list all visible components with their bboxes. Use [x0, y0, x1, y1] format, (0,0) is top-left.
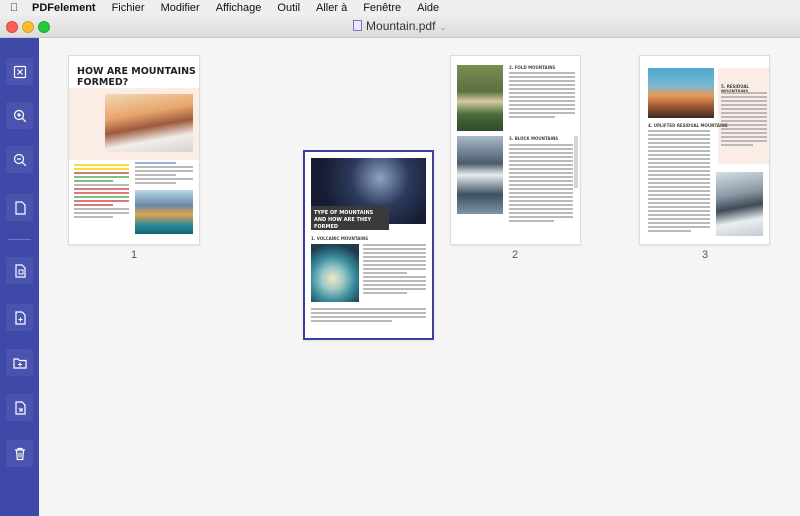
insert-page-button[interactable] [6, 304, 33, 331]
menu-fichier[interactable]: Fichier [104, 2, 153, 14]
menu-modifier[interactable]: Modifier [153, 2, 208, 14]
insert-folder-icon [12, 357, 27, 369]
page-2-subheading-1: 2. FOLD MOUNTAINS [509, 65, 556, 70]
page-3-subheading-1: 4. UPLIFTED RESIDUAL MOUNTAINS [648, 123, 728, 128]
menu-affichage[interactable]: Affichage [208, 2, 270, 14]
page-3-snow-mountain-image [716, 172, 763, 236]
replace-page-icon [14, 400, 26, 415]
page-2-text-column-1 [509, 72, 575, 120]
zoom-in-icon [13, 109, 26, 122]
sidebar-divider [8, 239, 31, 240]
page-3-number: 3 [701, 249, 709, 261]
page-3-side-text [721, 92, 767, 148]
page-1-lake-image [135, 190, 193, 234]
page-thumbnail-2[interactable]: 2. FOLD MOUNTAINS 3. BLOCK MOUNTAINS [450, 55, 581, 245]
window-title[interactable]: Mountain.pdf ⌄ [0, 19, 800, 33]
page-2-number: 2 [511, 249, 519, 261]
selected-page-text-column [363, 244, 426, 296]
window-titlebar: Mountain.pdf ⌄ [0, 16, 800, 38]
delete-page-icon [14, 447, 25, 460]
zoom-out-icon [13, 153, 26, 166]
page-2-block-mountain-image [457, 136, 503, 214]
page-2-fold-mountain-image [457, 65, 503, 131]
selected-page-volcanic-image [311, 244, 359, 302]
page-2-scroll-marker [574, 136, 578, 188]
zoom-out-button[interactable] [6, 146, 33, 173]
insert-folder-button[interactable] [6, 349, 33, 376]
extract-page-icon [14, 263, 26, 278]
window-title-text: Mountain.pdf [366, 19, 436, 33]
page-1-mountain-image [105, 94, 193, 152]
page-tools-sidebar [0, 38, 39, 516]
page-thumbnail-1[interactable]: HOW ARE MOUNTAINS FORMED? [68, 55, 200, 245]
apple-icon[interactable]:  [0, 2, 28, 14]
menu-outil[interactable]: Outil [269, 2, 308, 14]
page-thumbnail-selected[interactable]: TYPE OF MOUNTAINS AND HOW ARE THEY FORME… [303, 150, 434, 340]
menu-app-name[interactable]: PDFelement [28, 2, 104, 14]
pdf-file-icon [353, 20, 363, 31]
replace-page-button[interactable] [6, 394, 33, 421]
extract-page-button[interactable] [6, 257, 33, 284]
close-page-icon [13, 65, 26, 78]
page-1-highlighted-text [74, 164, 129, 220]
zoom-in-button[interactable] [6, 102, 33, 129]
selected-page-bottom-text [311, 308, 426, 324]
close-page-button[interactable] [6, 58, 33, 85]
blank-page-icon [14, 200, 26, 215]
chevron-down-icon[interactable]: ⌄ [439, 22, 447, 32]
page-1-number: 1 [130, 249, 138, 261]
page-3-text-column [648, 130, 710, 234]
menu-fenetre[interactable]: Fenêtre [355, 2, 409, 14]
selected-page-subheading: 1. VOLCANIC MOUNTAINS [311, 236, 369, 241]
menu-aller-a[interactable]: Aller à [308, 2, 355, 14]
blank-page-button[interactable] [6, 194, 33, 221]
page-1-text-column [135, 162, 193, 186]
delete-page-button[interactable] [6, 440, 33, 467]
page-2-subheading-2: 3. BLOCK MOUNTAINS [509, 136, 559, 141]
menu-aide[interactable]: Aide [409, 2, 447, 14]
page-1-heading: HOW ARE MOUNTAINS FORMED? [77, 66, 196, 88]
page-thumbnails-area: HOW ARE MOUNTAINS FORMED? 1 TYPE OF MOUN… [39, 38, 800, 516]
page-thumbnail-3[interactable]: 5. RESIDUAL MOUNTAINS 4. UPLIFTED RESIDU… [639, 55, 770, 245]
page-2-text-column-2 [509, 144, 573, 224]
insert-page-icon [14, 310, 26, 325]
menu-bar:  PDFelement Fichier Modifier Affichage … [0, 0, 800, 16]
selected-page-heading: TYPE OF MOUNTAINS AND HOW ARE THEY FORME… [311, 206, 389, 230]
page-3-sunset-image [648, 68, 714, 118]
